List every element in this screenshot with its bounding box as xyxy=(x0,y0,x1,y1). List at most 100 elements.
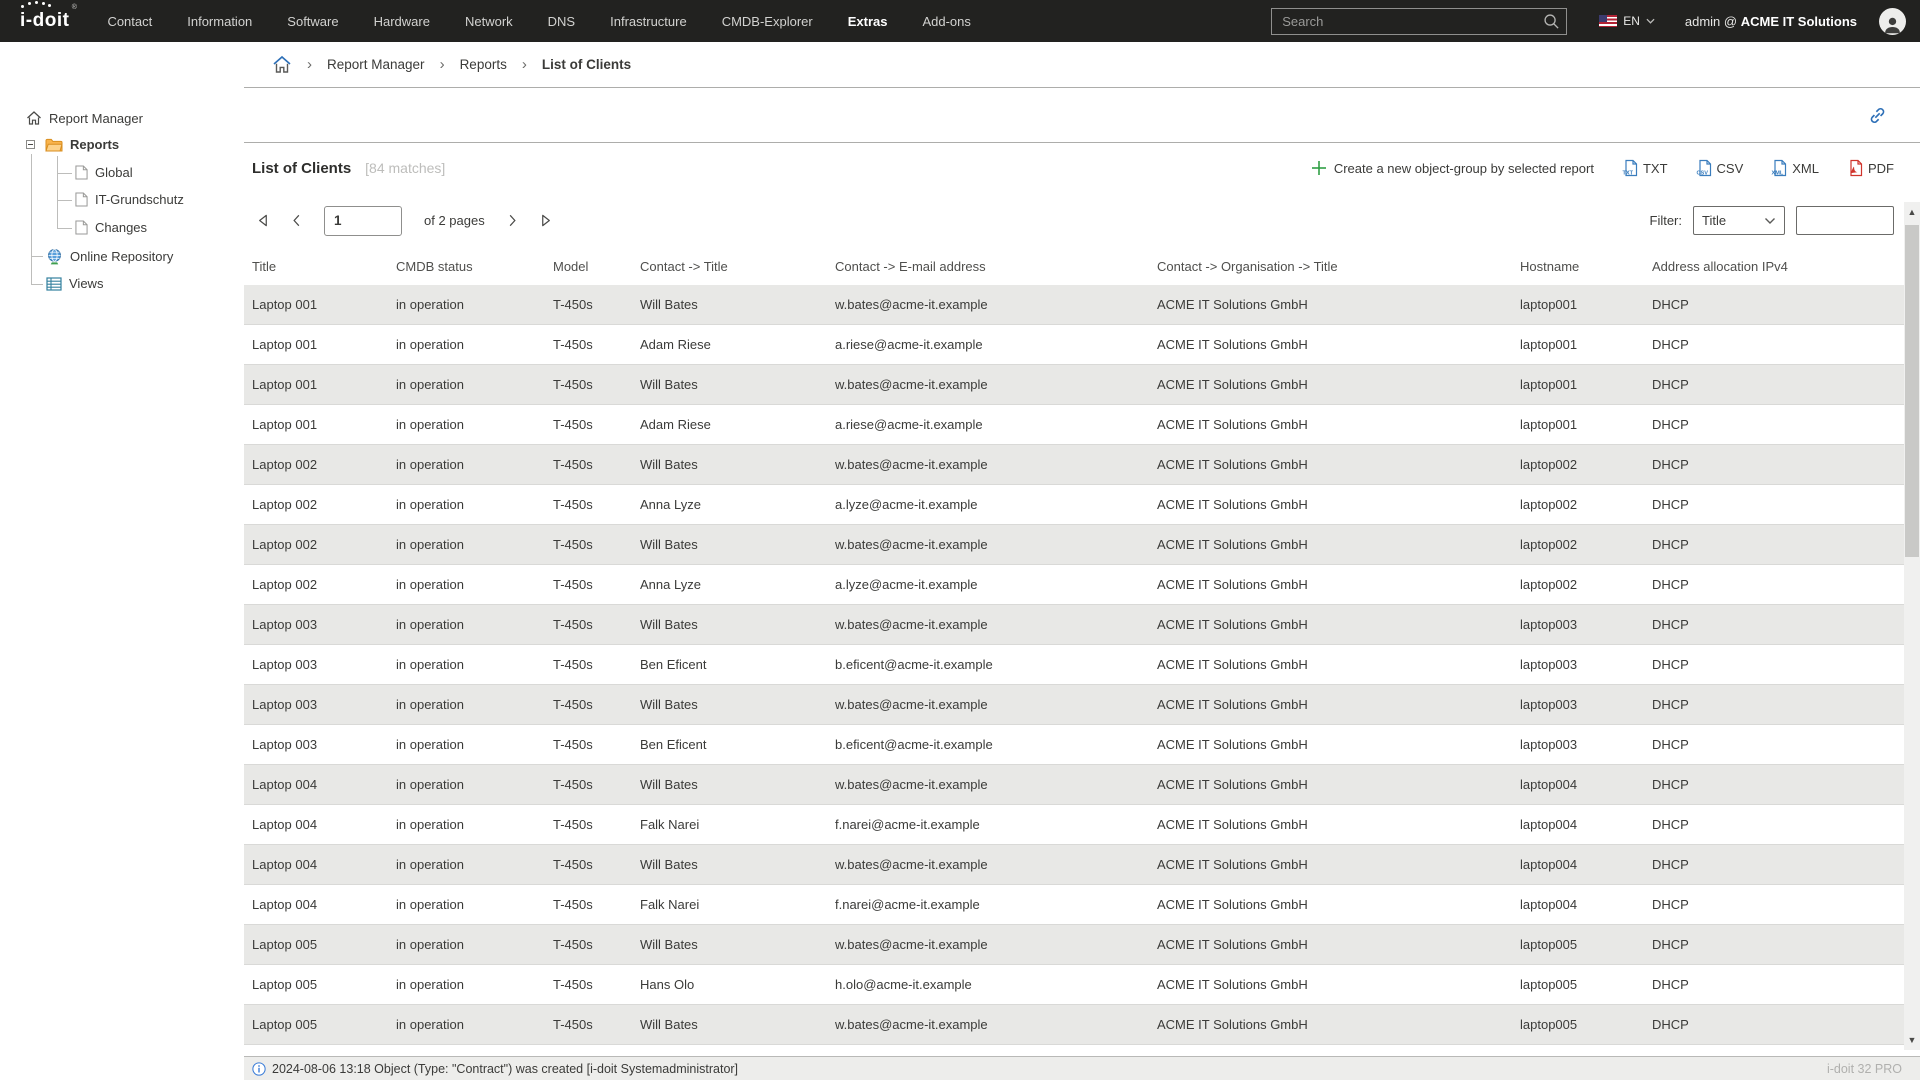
table-row[interactable]: Laptop 001in operationT-450sWill Batesw.… xyxy=(244,285,1904,325)
logged-in-user[interactable]: admin @ ACME IT Solutions xyxy=(1685,14,1857,29)
table-cell: DHCP xyxy=(1652,937,1904,952)
table-cell: h.olo@acme-it.example xyxy=(835,977,1157,992)
table-cell: T-450s xyxy=(553,497,640,512)
table-cell: ACME IT Solutions GmbH xyxy=(1157,657,1520,672)
table-cell: w.bates@acme-it.example xyxy=(835,377,1157,392)
table-row[interactable]: Laptop 002in operationT-450sAnna Lyzea.l… xyxy=(244,485,1904,525)
us-flag-icon xyxy=(1599,15,1617,27)
table-row[interactable]: Laptop 003in operationT-450sBen Eficentb… xyxy=(244,725,1904,765)
export-xml-button[interactable]: XML XML xyxy=(1770,159,1819,177)
column-header[interactable]: CMDB status xyxy=(396,259,553,274)
table-cell: Adam Riese xyxy=(640,417,835,432)
permalink-chain-icon[interactable] xyxy=(1867,105,1888,126)
page-number-input[interactable] xyxy=(324,206,402,236)
scrollbar-thumb[interactable] xyxy=(1905,225,1919,557)
export-csv-button[interactable]: CSV CSV xyxy=(1695,159,1744,177)
table-cell: f.narei@acme-it.example xyxy=(835,817,1157,832)
menu-item-extras[interactable]: Extras xyxy=(848,14,888,29)
chevron-down-icon xyxy=(1764,217,1776,225)
table-row[interactable]: Laptop 003in operationT-450sWill Batesw.… xyxy=(244,685,1904,725)
table-row[interactable]: Laptop 003in operationT-450sWill Batesw.… xyxy=(244,605,1904,645)
table-cell: in operation xyxy=(396,457,553,472)
table-cell: DHCP xyxy=(1652,457,1904,472)
table-cell: w.bates@acme-it.example xyxy=(835,537,1157,552)
table-cell: Laptop 004 xyxy=(252,817,396,832)
table-cell: ACME IT Solutions GmbH xyxy=(1157,457,1520,472)
column-header[interactable]: Contact -> Title xyxy=(640,259,835,274)
menu-item-cmdb-explorer[interactable]: CMDB-Explorer xyxy=(722,14,813,29)
menu-item-infrastructure[interactable]: Infrastructure xyxy=(610,14,687,29)
table-row[interactable]: Laptop 005in operationT-450sHans Oloh.ol… xyxy=(244,965,1904,1005)
previous-page-button[interactable] xyxy=(291,213,302,228)
table-row[interactable]: Laptop 002in operationT-450sAnna Lyzea.l… xyxy=(244,565,1904,605)
table-cell: Anna Lyze xyxy=(640,577,835,592)
column-header[interactable]: Address allocation IPv4 xyxy=(1652,259,1904,274)
export-pdf-button[interactable]: PDF xyxy=(1846,159,1894,177)
table-row[interactable]: Laptop 002in operationT-450sWill Batesw.… xyxy=(244,525,1904,565)
scroll-down-arrow-icon[interactable]: ▼ xyxy=(1904,1032,1920,1048)
table-row[interactable]: Laptop 004in operationT-450sWill Batesw.… xyxy=(244,765,1904,805)
table-cell: in operation xyxy=(396,417,553,432)
sidebar-item-it-grundschutz[interactable]: IT-Grundschutz xyxy=(75,192,184,207)
table-row[interactable]: Laptop 004in operationT-450sFalk Nareif.… xyxy=(244,805,1904,845)
table-cell: ACME IT Solutions GmbH xyxy=(1157,617,1520,632)
breadcrumb-reports[interactable]: Reports xyxy=(460,57,507,72)
export-txt-button[interactable]: TXT TXT xyxy=(1621,159,1668,177)
menu-item-contact[interactable]: Contact xyxy=(107,14,152,29)
table-cell: in operation xyxy=(396,857,553,872)
table-cell: laptop005 xyxy=(1520,1017,1652,1032)
breadcrumb-report-manager[interactable]: Report Manager xyxy=(327,57,425,72)
report-header: List of Clients [84 matches] Create a ne… xyxy=(244,143,1904,193)
main-menu: Contact Information Software Hardware Ne… xyxy=(107,14,970,29)
sidebar-item-changes[interactable]: Changes xyxy=(75,220,147,235)
sidebar-item-reports[interactable]: Reports xyxy=(45,137,119,152)
language-selector[interactable]: EN xyxy=(1599,14,1655,28)
next-page-button[interactable] xyxy=(507,213,518,228)
menu-item-hardware[interactable]: Hardware xyxy=(374,14,430,29)
search-icon[interactable] xyxy=(1543,13,1560,30)
table-cell: in operation xyxy=(396,897,553,912)
idoit-logo[interactable]: i-doit ® xyxy=(20,10,69,32)
table-row[interactable]: Laptop 005in operationT-450sWill Batesw.… xyxy=(244,1005,1904,1045)
table-cell: laptop001 xyxy=(1520,337,1652,352)
table-row[interactable]: Laptop 002in operationT-450sWill Batesw.… xyxy=(244,445,1904,485)
sidebar-item-global[interactable]: Global xyxy=(75,165,133,180)
table-row[interactable]: Laptop 004in operationT-450sWill Batesw.… xyxy=(244,845,1904,885)
last-page-button[interactable] xyxy=(540,213,553,228)
sidebar-item-report-manager[interactable]: Report Manager xyxy=(26,110,143,126)
table-row[interactable]: Laptop 003in operationT-450sBen Eficentb… xyxy=(244,645,1904,685)
column-header[interactable]: Title xyxy=(252,259,396,274)
column-header[interactable]: Contact -> Organisation -> Title xyxy=(1157,259,1520,274)
sidebar-item-views[interactable]: Views xyxy=(46,276,103,291)
table-cell: Laptop 004 xyxy=(252,897,396,912)
search-input[interactable] xyxy=(1271,8,1567,35)
table-cell: b.eficent@acme-it.example xyxy=(835,737,1157,752)
filter-column-select[interactable]: Title xyxy=(1693,206,1785,235)
sidebar-item-online-repository[interactable]: Online Repository xyxy=(46,248,173,265)
table-row[interactable]: Laptop 001in operationT-450sWill Batesw.… xyxy=(244,365,1904,405)
table-row[interactable]: Laptop 001in operationT-450sAdam Riesea.… xyxy=(244,405,1904,445)
menu-item-network[interactable]: Network xyxy=(465,14,513,29)
menu-item-dns[interactable]: DNS xyxy=(548,14,575,29)
table-cell: T-450s xyxy=(553,657,640,672)
home-icon[interactable] xyxy=(272,55,292,74)
scroll-up-arrow-icon[interactable]: ▲ xyxy=(1904,204,1920,220)
filter-text-input[interactable] xyxy=(1796,206,1894,235)
table-row[interactable]: Laptop 001in operationT-450sAdam Riesea.… xyxy=(244,325,1904,365)
table-cell: ACME IT Solutions GmbH xyxy=(1157,897,1520,912)
column-header[interactable]: Contact -> E-mail address xyxy=(835,259,1157,274)
first-page-button[interactable] xyxy=(256,213,269,228)
table-row[interactable]: Laptop 004in operationT-450sFalk Nareif.… xyxy=(244,885,1904,925)
menu-item-add-ons[interactable]: Add-ons xyxy=(922,14,970,29)
column-header[interactable]: Hostname xyxy=(1520,259,1652,274)
create-object-group-button[interactable]: Create a new object-group by selected re… xyxy=(1311,160,1594,176)
vertical-scrollbar[interactable]: ▲ ▼ xyxy=(1904,202,1920,1050)
table-cell: laptop004 xyxy=(1520,777,1652,792)
menu-item-software[interactable]: Software xyxy=(287,14,338,29)
menu-item-information[interactable]: Information xyxy=(187,14,252,29)
column-header[interactable]: Model xyxy=(553,259,640,274)
table-row[interactable]: Laptop 005in operationT-450sWill Batesw.… xyxy=(244,925,1904,965)
collapse-expander[interactable] xyxy=(26,140,35,149)
user-avatar[interactable] xyxy=(1879,8,1906,35)
table-cell: in operation xyxy=(396,617,553,632)
